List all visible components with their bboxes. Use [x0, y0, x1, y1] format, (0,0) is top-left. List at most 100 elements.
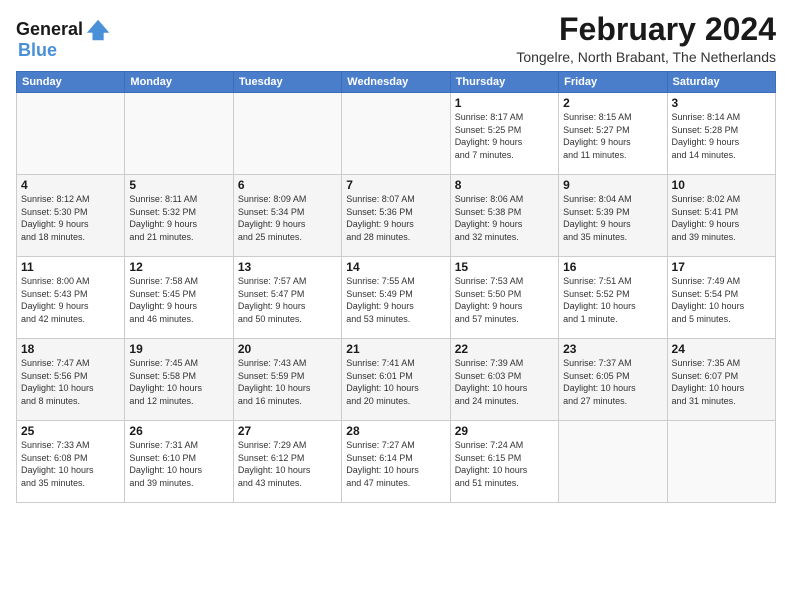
day-info: Sunrise: 7:55 AM Sunset: 5:49 PM Dayligh…: [346, 275, 445, 325]
table-row: 5Sunrise: 8:11 AM Sunset: 5:32 PM Daylig…: [125, 175, 233, 257]
table-row: 2Sunrise: 8:15 AM Sunset: 5:27 PM Daylig…: [559, 93, 667, 175]
table-row: 23Sunrise: 7:37 AM Sunset: 6:05 PM Dayli…: [559, 339, 667, 421]
table-row: 16Sunrise: 7:51 AM Sunset: 5:52 PM Dayli…: [559, 257, 667, 339]
day-number: 1: [455, 96, 554, 110]
day-number: 19: [129, 342, 228, 356]
table-row: 21Sunrise: 7:41 AM Sunset: 6:01 PM Dayli…: [342, 339, 450, 421]
day-info: Sunrise: 7:31 AM Sunset: 6:10 PM Dayligh…: [129, 439, 228, 489]
table-row: [17, 93, 125, 175]
col-tuesday: Tuesday: [233, 72, 341, 93]
day-info: Sunrise: 7:33 AM Sunset: 6:08 PM Dayligh…: [21, 439, 120, 489]
table-row: [559, 421, 667, 503]
day-info: Sunrise: 7:27 AM Sunset: 6:14 PM Dayligh…: [346, 439, 445, 489]
day-info: Sunrise: 7:49 AM Sunset: 5:54 PM Dayligh…: [672, 275, 771, 325]
day-info: Sunrise: 8:07 AM Sunset: 5:36 PM Dayligh…: [346, 193, 445, 243]
day-info: Sunrise: 8:11 AM Sunset: 5:32 PM Dayligh…: [129, 193, 228, 243]
day-info: Sunrise: 8:09 AM Sunset: 5:34 PM Dayligh…: [238, 193, 337, 243]
table-row: 3Sunrise: 8:14 AM Sunset: 5:28 PM Daylig…: [667, 93, 775, 175]
table-row: [125, 93, 233, 175]
day-number: 15: [455, 260, 554, 274]
table-row: [667, 421, 775, 503]
day-number: 5: [129, 178, 228, 192]
day-number: 28: [346, 424, 445, 438]
table-row: 19Sunrise: 7:45 AM Sunset: 5:58 PM Dayli…: [125, 339, 233, 421]
table-row: 28Sunrise: 7:27 AM Sunset: 6:14 PM Dayli…: [342, 421, 450, 503]
day-info: Sunrise: 7:35 AM Sunset: 6:07 PM Dayligh…: [672, 357, 771, 407]
logo-icon: [85, 16, 113, 44]
table-row: [342, 93, 450, 175]
day-number: 16: [563, 260, 662, 274]
col-sunday: Sunday: [17, 72, 125, 93]
table-row: 11Sunrise: 8:00 AM Sunset: 5:43 PM Dayli…: [17, 257, 125, 339]
col-saturday: Saturday: [667, 72, 775, 93]
table-row: 27Sunrise: 7:29 AM Sunset: 6:12 PM Dayli…: [233, 421, 341, 503]
day-number: 17: [672, 260, 771, 274]
calendar-week-row: 11Sunrise: 8:00 AM Sunset: 5:43 PM Dayli…: [17, 257, 776, 339]
day-info: Sunrise: 7:29 AM Sunset: 6:12 PM Dayligh…: [238, 439, 337, 489]
day-info: Sunrise: 7:58 AM Sunset: 5:45 PM Dayligh…: [129, 275, 228, 325]
day-info: Sunrise: 8:04 AM Sunset: 5:39 PM Dayligh…: [563, 193, 662, 243]
day-number: 18: [21, 342, 120, 356]
day-number: 12: [129, 260, 228, 274]
day-info: Sunrise: 8:15 AM Sunset: 5:27 PM Dayligh…: [563, 111, 662, 161]
day-info: Sunrise: 7:53 AM Sunset: 5:50 PM Dayligh…: [455, 275, 554, 325]
table-row: 7Sunrise: 8:07 AM Sunset: 5:36 PM Daylig…: [342, 175, 450, 257]
table-row: 22Sunrise: 7:39 AM Sunset: 6:03 PM Dayli…: [450, 339, 558, 421]
day-info: Sunrise: 8:17 AM Sunset: 5:25 PM Dayligh…: [455, 111, 554, 161]
day-info: Sunrise: 7:51 AM Sunset: 5:52 PM Dayligh…: [563, 275, 662, 325]
calendar-week-row: 25Sunrise: 7:33 AM Sunset: 6:08 PM Dayli…: [17, 421, 776, 503]
day-number: 9: [563, 178, 662, 192]
day-number: 24: [672, 342, 771, 356]
col-wednesday: Wednesday: [342, 72, 450, 93]
table-row: 6Sunrise: 8:09 AM Sunset: 5:34 PM Daylig…: [233, 175, 341, 257]
table-row: 25Sunrise: 7:33 AM Sunset: 6:08 PM Dayli…: [17, 421, 125, 503]
table-row: 15Sunrise: 7:53 AM Sunset: 5:50 PM Dayli…: [450, 257, 558, 339]
table-row: 26Sunrise: 7:31 AM Sunset: 6:10 PM Dayli…: [125, 421, 233, 503]
location: Tongelre, North Brabant, The Netherlands: [516, 49, 776, 65]
day-number: 21: [346, 342, 445, 356]
day-number: 4: [21, 178, 120, 192]
day-number: 8: [455, 178, 554, 192]
day-info: Sunrise: 8:12 AM Sunset: 5:30 PM Dayligh…: [21, 193, 120, 243]
day-number: 25: [21, 424, 120, 438]
day-number: 11: [21, 260, 120, 274]
day-info: Sunrise: 7:47 AM Sunset: 5:56 PM Dayligh…: [21, 357, 120, 407]
table-row: 4Sunrise: 8:12 AM Sunset: 5:30 PM Daylig…: [17, 175, 125, 257]
day-number: 23: [563, 342, 662, 356]
table-row: 12Sunrise: 7:58 AM Sunset: 5:45 PM Dayli…: [125, 257, 233, 339]
calendar-week-row: 4Sunrise: 8:12 AM Sunset: 5:30 PM Daylig…: [17, 175, 776, 257]
col-thursday: Thursday: [450, 72, 558, 93]
day-number: 20: [238, 342, 337, 356]
day-number: 26: [129, 424, 228, 438]
table-row: 29Sunrise: 7:24 AM Sunset: 6:15 PM Dayli…: [450, 421, 558, 503]
logo: General Blue: [16, 16, 113, 61]
day-info: Sunrise: 7:43 AM Sunset: 5:59 PM Dayligh…: [238, 357, 337, 407]
table-row: 20Sunrise: 7:43 AM Sunset: 5:59 PM Dayli…: [233, 339, 341, 421]
day-info: Sunrise: 8:02 AM Sunset: 5:41 PM Dayligh…: [672, 193, 771, 243]
day-number: 13: [238, 260, 337, 274]
day-number: 27: [238, 424, 337, 438]
table-row: 24Sunrise: 7:35 AM Sunset: 6:07 PM Dayli…: [667, 339, 775, 421]
day-number: 22: [455, 342, 554, 356]
day-info: Sunrise: 8:06 AM Sunset: 5:38 PM Dayligh…: [455, 193, 554, 243]
day-info: Sunrise: 8:00 AM Sunset: 5:43 PM Dayligh…: [21, 275, 120, 325]
day-number: 14: [346, 260, 445, 274]
table-row: 17Sunrise: 7:49 AM Sunset: 5:54 PM Dayli…: [667, 257, 775, 339]
page: General Blue February 2024 Tongelre, Nor…: [0, 0, 792, 612]
day-info: Sunrise: 8:14 AM Sunset: 5:28 PM Dayligh…: [672, 111, 771, 161]
header: General Blue February 2024 Tongelre, Nor…: [16, 12, 776, 65]
day-number: 3: [672, 96, 771, 110]
day-number: 7: [346, 178, 445, 192]
table-row: 8Sunrise: 8:06 AM Sunset: 5:38 PM Daylig…: [450, 175, 558, 257]
day-info: Sunrise: 7:45 AM Sunset: 5:58 PM Dayligh…: [129, 357, 228, 407]
col-friday: Friday: [559, 72, 667, 93]
day-info: Sunrise: 7:41 AM Sunset: 6:01 PM Dayligh…: [346, 357, 445, 407]
table-row: 13Sunrise: 7:57 AM Sunset: 5:47 PM Dayli…: [233, 257, 341, 339]
table-row: 9Sunrise: 8:04 AM Sunset: 5:39 PM Daylig…: [559, 175, 667, 257]
day-number: 10: [672, 178, 771, 192]
month-title: February 2024: [516, 12, 776, 47]
table-row: 1Sunrise: 8:17 AM Sunset: 5:25 PM Daylig…: [450, 93, 558, 175]
day-number: 29: [455, 424, 554, 438]
day-info: Sunrise: 7:24 AM Sunset: 6:15 PM Dayligh…: [455, 439, 554, 489]
day-info: Sunrise: 7:39 AM Sunset: 6:03 PM Dayligh…: [455, 357, 554, 407]
